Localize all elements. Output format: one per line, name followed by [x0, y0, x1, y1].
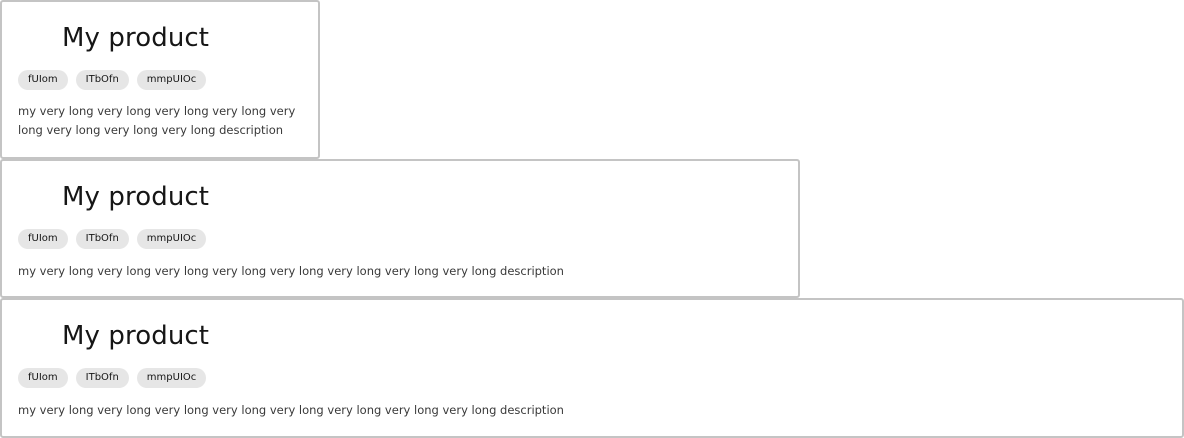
- tag-list: fUIom ITbOfn mmpUIOc: [18, 368, 207, 388]
- product-card[interactable]: My product fUIom ITbOfn mmpUIOc my very …: [0, 298, 1184, 438]
- product-card-header: My product: [18, 318, 209, 354]
- product-title: My product: [62, 321, 210, 351]
- tag-chip[interactable]: fUIom: [18, 229, 68, 249]
- tag-chip[interactable]: ITbOfn: [75, 368, 129, 388]
- tag-chip[interactable]: fUIom: [18, 70, 68, 90]
- tag-chip[interactable]: fUIom: [18, 368, 68, 388]
- tag-chip[interactable]: mmpUIOc: [136, 229, 207, 249]
- tag-chip[interactable]: ITbOfn: [75, 70, 129, 90]
- tag-chip[interactable]: mmpUIOc: [136, 70, 207, 90]
- product-card-header: My product: [18, 179, 209, 215]
- product-image-icon: [18, 319, 52, 353]
- product-image-icon: [18, 21, 52, 55]
- product-card[interactable]: My product fUIom ITbOfn mmpUIOc my very …: [0, 159, 800, 298]
- product-description: my very long very long very long very lo…: [18, 403, 564, 417]
- product-card-header: My product: [18, 20, 209, 56]
- product-description: my very long very long very long very lo…: [18, 104, 296, 137]
- tag-list: fUIom ITbOfn mmpUIOc: [18, 229, 207, 249]
- product-description: my very long very long very long very lo…: [18, 264, 564, 278]
- product-title: My product: [62, 23, 210, 53]
- product-image-icon: [18, 180, 52, 214]
- product-card[interactable]: My product fUIom ITbOfn mmpUIOc my very …: [0, 0, 320, 159]
- tag-list: fUIom ITbOfn mmpUIOc: [18, 70, 207, 90]
- tag-chip[interactable]: mmpUIOc: [136, 368, 207, 388]
- product-title: My product: [62, 182, 210, 212]
- tag-chip[interactable]: ITbOfn: [75, 229, 129, 249]
